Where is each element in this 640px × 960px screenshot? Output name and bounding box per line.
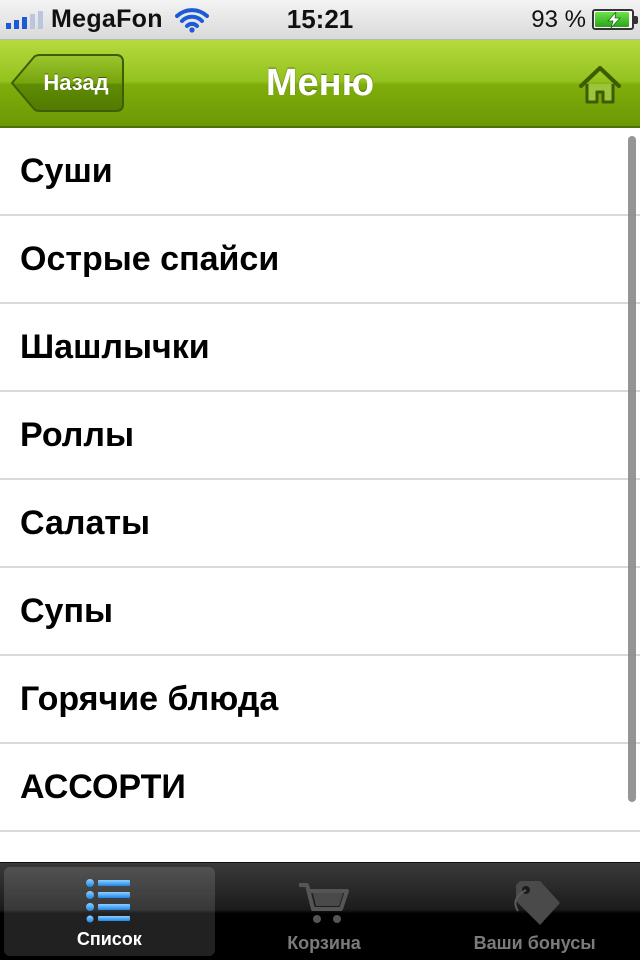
signal-strength-icon (6, 10, 43, 29)
menu-item[interactable]: АССОРТИ (0, 744, 640, 832)
menu-item-label: Супы (20, 591, 114, 630)
charging-bolt-icon (607, 12, 621, 28)
back-button[interactable]: Назад (10, 54, 124, 112)
navigation-bar: Назад Меню (0, 40, 640, 128)
menu-item[interactable]: Суши (0, 128, 640, 216)
menu-item[interactable]: Роллы (0, 392, 640, 480)
scrollbar[interactable] (628, 136, 636, 802)
tab-bonuses[interactable]: Ваши бонусы (429, 863, 640, 960)
battery-percent: 93 % (531, 5, 586, 33)
cart-icon (299, 883, 349, 923)
list-icon (86, 879, 131, 923)
menu-item-label: Шашлычки (20, 327, 210, 366)
menu-item[interactable]: Острые спайси (0, 216, 640, 304)
menu-item-label: АССОРТИ (20, 767, 186, 806)
tab-bar: Список Корзина Ваши бонусы (0, 862, 640, 960)
menu-item-label: Суши (20, 151, 113, 190)
carrier-name: MegaFon (51, 5, 163, 33)
back-button-label: Назад (43, 70, 109, 95)
menu-item-label: Острые спайси (20, 239, 280, 278)
menu-item-label: Роллы (20, 415, 134, 454)
tab-label: Список (76, 929, 142, 949)
menu-item[interactable]: Супы (0, 568, 640, 656)
battery-icon (592, 9, 638, 30)
menu-list[interactable]: Суши Острые спайси Шашлычки Роллы Салаты… (0, 128, 640, 862)
menu-item-label: Салаты (20, 503, 151, 542)
tag-icon (514, 881, 560, 925)
menu-item-label: Горячие блюда (20, 679, 279, 718)
menu-item[interactable]: Шашлычки (0, 304, 640, 392)
menu-item-empty[interactable] (0, 832, 640, 862)
home-icon[interactable] (578, 65, 622, 105)
tab-label: Ваши бонусы (473, 933, 596, 953)
status-bar: MegaFon 15:21 93 % (0, 0, 640, 40)
tab-cart[interactable]: Корзина (219, 863, 430, 960)
tab-list[interactable]: Список (4, 867, 215, 956)
menu-item[interactable]: Горячие блюда (0, 656, 640, 744)
menu-item[interactable]: Салаты (0, 480, 640, 568)
wifi-icon (174, 7, 209, 33)
tab-label: Корзина (287, 933, 361, 953)
